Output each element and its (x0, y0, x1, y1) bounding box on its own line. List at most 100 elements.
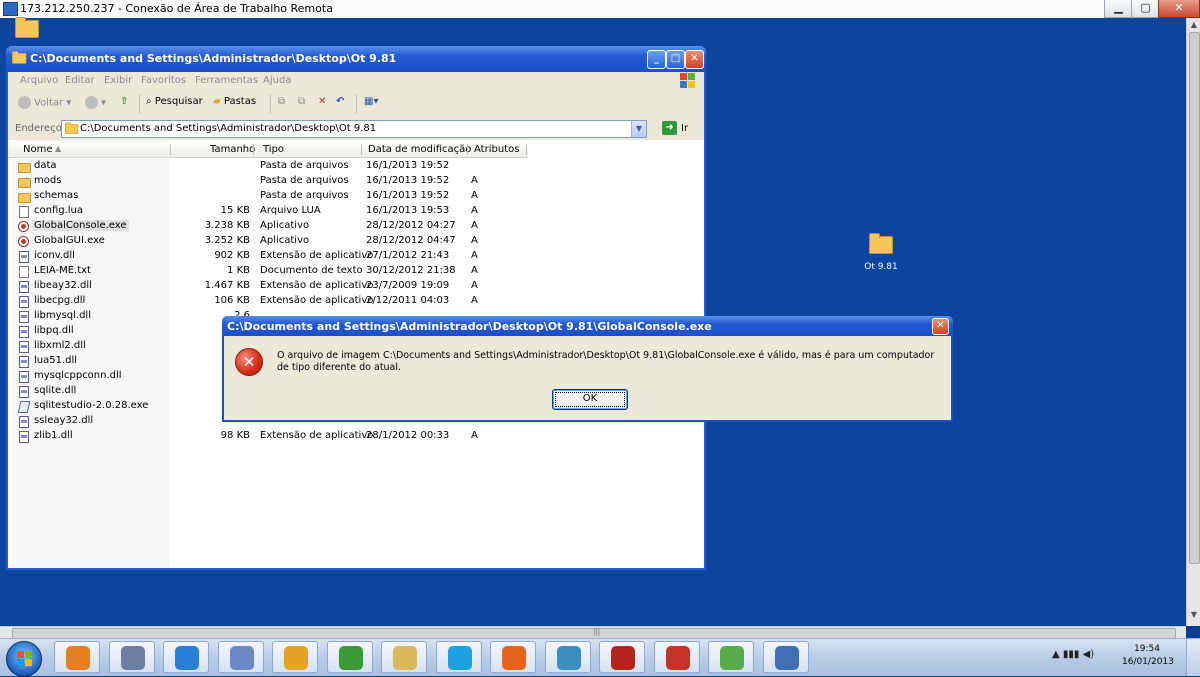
error-icon: ✕ (235, 348, 263, 376)
vertical-scrollbar[interactable]: ▲ ▼ (1186, 18, 1200, 626)
vertical-scroll-thumb[interactable] (1189, 32, 1200, 564)
taskbar-skype[interactable] (436, 641, 482, 673)
explorer-minimize-button[interactable]: _ (647, 50, 666, 69)
file-attributes: A (471, 235, 478, 246)
file-modified: 16/1/2013 19:52 (366, 160, 450, 171)
file-name: mysqlcppconn.dll (34, 370, 122, 381)
file-row[interactable]: config.lua 15 KB Arquivo LUA 16/1/2013 19:5… (8, 204, 528, 219)
dialog-message: O arquivo de imagem C:\Documents and Set… (277, 350, 935, 373)
dll-icon (19, 326, 29, 338)
menu-exibir[interactable]: Exibir (104, 75, 132, 86)
file-row[interactable]: libeay32.dll 1.467 KB Extensão de aplicati… (8, 279, 528, 294)
rdp-minimize-button[interactable]: ▁ (1104, 0, 1133, 18)
address-input[interactable]: C:\Documents and Settings\Administrador\… (61, 120, 647, 138)
game-app-icon (284, 646, 308, 670)
copy-to-icon[interactable]: ⧉ (298, 96, 305, 107)
dialog-close-button[interactable]: ✕ (932, 318, 949, 335)
red-app-icon (611, 646, 635, 670)
start-button[interactable] (6, 641, 42, 677)
go-arrow-icon[interactable]: ➜ (662, 121, 677, 135)
menu-editar[interactable]: Editar (65, 75, 95, 86)
address-dropdown-icon[interactable]: ▼ (631, 121, 646, 137)
remote-app-icon (121, 646, 145, 670)
column-name[interactable]: Nome (23, 144, 53, 155)
menu-ferramentas[interactable]: Ferramentas (195, 75, 258, 86)
file-type: Pasta de arquivos (260, 190, 349, 201)
exe-icon (18, 236, 29, 247)
back-button[interactable]: Voltar ▾ (18, 96, 71, 109)
scroll-down-icon[interactable]: ▼ (1189, 610, 1199, 619)
explorer-maximize-button[interactable]: □ (666, 50, 685, 69)
rdp-close-button[interactable]: ✕ (1158, 0, 1200, 18)
up-folder-icon[interactable]: ⇧ (120, 96, 128, 107)
file-row[interactable]: LEIA-ME.txt 1 KB Documento de texto 30/12/2… (8, 264, 528, 279)
dll-icon (19, 386, 29, 398)
delete-icon[interactable]: ✕ (318, 96, 326, 107)
file-name: libpq.dll (34, 325, 74, 336)
taskbar-game-app-2[interactable] (654, 641, 700, 673)
file-size: 3.238 KB (204, 220, 250, 231)
column-attributes[interactable]: Atributos (474, 144, 519, 155)
show-desktop-button[interactable] (1186, 639, 1200, 676)
rdp-maximize-button[interactable]: ▢ (1131, 0, 1160, 18)
column-type[interactable]: Tipo (263, 144, 284, 155)
file-row[interactable]: libecpg.dll 106 KB Extensão de aplicativo 2… (8, 294, 528, 309)
dll-icon (19, 251, 29, 263)
desktop-folder-icon-top[interactable] (15, 17, 41, 42)
file-size: 98 KB (220, 430, 250, 441)
file-row[interactable]: zlib1.dll 98 KB Extensão de aplicativo 28/1… (8, 429, 528, 444)
taskbar-tool-app[interactable] (218, 641, 264, 673)
file-row[interactable]: GlobalGUI.exe 3.252 KB Aplicativo 28/12/201… (8, 234, 528, 249)
menu-arquivo[interactable]: Arquivo (20, 75, 58, 86)
move-to-icon[interactable]: ⧉ (278, 96, 285, 107)
go-button[interactable]: Ir (681, 123, 688, 134)
taskbar-network-app[interactable] (545, 641, 591, 673)
column-size[interactable]: Tamanho (210, 144, 255, 155)
menu-ajuda[interactable]: Ajuda (263, 75, 291, 86)
file-row[interactable]: iconv.dll 902 KB Extensão de aplicativo 27/… (8, 249, 528, 264)
file-type: Extensão de aplicativo (260, 280, 374, 291)
game-app-2-icon (666, 646, 690, 670)
explorer-close-button[interactable]: ✕ (685, 50, 704, 69)
ok-button[interactable]: OK (552, 389, 628, 410)
taskbar-firefox[interactable] (490, 641, 536, 673)
undo-icon[interactable]: ↶ (336, 96, 344, 107)
taskbar-messenger[interactable] (708, 641, 754, 673)
search-label: Pesquisar (154, 96, 203, 107)
file-name: iconv.dll (34, 250, 75, 261)
scroll-up-icon[interactable]: ▲ (1189, 20, 1199, 29)
file-size: 1.467 KB (204, 280, 250, 291)
file-row[interactable]: data Pasta de arquivos 16/1/2013 19:52 (8, 159, 528, 174)
file-attributes: A (471, 265, 478, 276)
folder-icon (12, 51, 27, 66)
taskbar-media-player[interactable] (54, 641, 100, 673)
folders-button[interactable]: ▰ Pastas (213, 96, 256, 107)
file-row[interactable]: schemas Pasta de arquivos 16/1/2013 19:52 A (8, 189, 528, 204)
search-button[interactable]: ⌕ Pesquisar (146, 96, 203, 107)
taskbar-remote-desktop[interactable] (763, 641, 809, 673)
column-modified[interactable]: Data de modificação (368, 144, 471, 155)
desktop-folder-ot[interactable]: Ot 9.81 (856, 233, 906, 272)
dll-icon (19, 371, 29, 383)
address-bar: Endereço C:\Documents and Settings\Admin… (8, 118, 704, 141)
file-attributes: A (471, 250, 478, 261)
file-row[interactable]: GlobalConsole.exe 3.238 KB Aplicativo 28/12… (8, 219, 528, 234)
back-label: Voltar (34, 97, 64, 109)
taskbar-file-explorer[interactable] (381, 641, 427, 673)
file-row[interactable]: mods Pasta de arquivos 16/1/2013 19:52 A (8, 174, 528, 189)
forward-button[interactable]: ▾ (85, 96, 106, 109)
menu-favoritos[interactable]: Favoritos (141, 75, 186, 86)
taskbar-red-app[interactable] (599, 641, 645, 673)
system-tray-icons[interactable]: ▲ ▮▮▮ ◀) (1052, 649, 1094, 660)
dialog-title-bar[interactable]: C:\Documents and Settings\Administrador\… (222, 316, 953, 336)
clock[interactable]: 19:54 16/01/2013 (1122, 643, 1174, 669)
file-type: Aplicativo (260, 235, 310, 246)
taskbar-game-app[interactable] (272, 641, 318, 673)
taskbar-chrome[interactable] (327, 641, 373, 673)
views-icon[interactable]: ▦▾ (364, 96, 378, 107)
taskbar-internet-explorer[interactable] (163, 641, 209, 673)
taskbar-remote-app[interactable] (109, 641, 155, 673)
file-size: 1 KB (227, 265, 250, 276)
explorer-title-bar[interactable]: C:\Documents and Settings\Administrador\… (6, 46, 706, 72)
file-name: sqlitestudio-2.0.28.exe (34, 400, 149, 411)
